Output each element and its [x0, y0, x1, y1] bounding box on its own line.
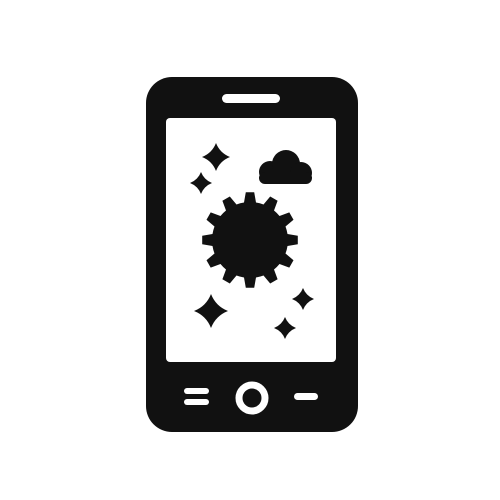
speaker-slot	[222, 94, 280, 103]
back-button-icon	[294, 393, 318, 400]
smartphone-settings-icon	[146, 77, 358, 432]
illustration-canvas	[0, 0, 500, 500]
